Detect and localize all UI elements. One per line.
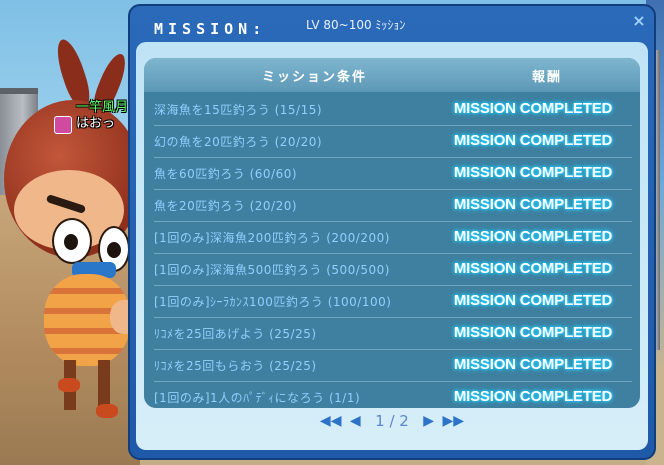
page-indicator: 1 / 2 [375,412,409,430]
mission-condition: [1回のみ]ｼｰﾗｶﾝｽ100匹釣ろう (100/100) [154,295,392,309]
table-row[interactable]: ﾘｺﾒを25回もらおう (25/25) MISSION COMPLETED [154,350,632,382]
mission-status: MISSION COMPLETED [453,356,613,373]
table-row[interactable]: 幻の魚を20匹釣ろう (20/20) MISSION COMPLETED [154,126,632,158]
mission-status: MISSION COMPLETED [453,196,613,213]
table-row[interactable]: 魚を20匹釣ろう (20/20) MISSION COMPLETED [154,190,632,222]
mission-condition: [1回のみ]深海魚500匹釣ろう (500/500) [154,263,390,277]
header-condition: ミッション条件 [262,70,368,85]
header-reward: 報酬 [532,70,563,85]
table-row[interactable]: [1回のみ]深海魚200匹釣ろう (200/200) MISSION COMPLE… [154,222,632,254]
mission-condition: [1回のみ]1人のﾊﾟﾃﾞｨになろう (1/1) [154,391,361,405]
table-row[interactable]: [1回のみ]1人のﾊﾟﾃﾞｨになろう (1/1) MISSION COMPLETE… [154,382,632,408]
mission-condition: ﾘｺﾒを25回あげよう (25/25) [154,327,317,341]
leg-right [98,360,110,410]
mission-panel: ミッション条件 報酬 深海魚を15匹釣ろう (15/15) MISSION COM… [136,42,648,450]
table-row[interactable]: 深海魚を15匹釣ろう (15/15) MISSION COMPLETED [154,94,632,126]
guild-emblem-icon [54,116,72,134]
shoe-right [96,404,118,418]
guild-name: 一竿風月 [76,100,129,115]
mission-status: MISSION COMPLETED [453,228,613,245]
table-row[interactable]: [1回のみ]ｼｰﾗｶﾝｽ100匹釣ろう (100/100) MISSION COM… [154,286,632,318]
mission-status: MISSION COMPLETED [453,324,613,341]
mission-condition: ﾘｺﾒを25回もらおう (25/25) [154,359,317,373]
table-row[interactable]: [1回のみ]深海魚500匹釣ろう (500/500) MISSION COMPLE… [154,254,632,286]
mission-status: MISSION COMPLETED [453,164,613,181]
mission-condition: 深海魚を15匹釣ろう (15/15) [154,103,323,117]
mission-status: MISSION COMPLETED [453,388,613,405]
mission-status: MISSION COMPLETED [453,292,613,309]
eye-left [52,218,92,264]
close-icon[interactable]: × [630,12,648,30]
mission-condition: 魚を60匹釣ろう (60/60) [154,167,298,181]
mission-condition: [1回のみ]深海魚200匹釣ろう (200/200) [154,231,390,245]
shoe-left [58,378,80,392]
antenna-left [51,36,95,110]
pagination: ◀◀ ◀ 1 / 2 ▶ ▶▶ [136,412,648,436]
window-title: MISSION: [154,20,267,38]
window-subtitle: LV 80~100 ﾐｯｼｮﾝ [306,18,406,32]
mission-status: MISSION COMPLETED [453,260,613,277]
mission-condition: 幻の魚を20匹釣ろう (20/20) [154,135,323,149]
mission-status: MISSION COMPLETED [453,100,613,117]
last-page-icon[interactable]: ▶▶ [443,413,465,429]
table-header: ミッション条件 報酬 [144,58,640,92]
next-page-icon[interactable]: ▶ [423,413,434,429]
mission-rows: 深海魚を15匹釣ろう (15/15) MISSION COMPLETED 幻の魚を… [154,94,632,408]
mission-condition: 魚を20匹釣ろう (20/20) [154,199,298,213]
prev-page-icon[interactable]: ◀ [350,413,361,429]
table-row[interactable]: 魚を60匹釣ろう (60/60) MISSION COMPLETED [154,158,632,190]
mission-table: ミッション条件 報酬 深海魚を15匹釣ろう (15/15) MISSION COM… [144,58,640,408]
player-nametag: 一竿風月 はおっ [54,100,129,134]
mission-status: MISSION COMPLETED [453,132,613,149]
table-row[interactable]: ﾘｺﾒを25回あげよう (25/25) MISSION COMPLETED [154,318,632,350]
first-page-icon[interactable]: ◀◀ [320,413,342,429]
mission-window: MISSION: LV 80~100 ﾐｯｼｮﾝ × ミッション条件 報酬 深海… [128,4,656,460]
